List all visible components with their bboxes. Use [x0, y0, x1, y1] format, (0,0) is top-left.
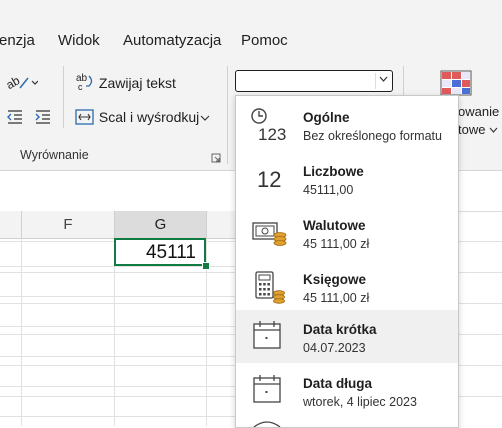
decrease-indent-button[interactable]: [6, 108, 24, 126]
decrease-indent-icon: [7, 110, 22, 124]
format-option-subtitle: 45 111,00 zł: [303, 237, 370, 251]
format-option-number[interactable]: 12 Liczbowe 45111,00: [236, 152, 458, 205]
wrap-text-label: Zawijaj tekst: [98, 75, 176, 91]
menu-bar: enzja Widok Automatyzacja Pomoc: [0, 0, 502, 58]
orientation-button[interactable]: ab: [4, 72, 39, 92]
format-option-general[interactable]: 123 Ogólne Bez określonego formatu: [236, 98, 458, 151]
currency-icon: [252, 222, 287, 246]
orientation-icon: ab: [4, 73, 39, 92]
menu-item-help[interactable]: Pomoc: [241, 32, 288, 49]
grid-line: [0, 356, 237, 357]
format-option-title: Księgowe: [303, 272, 367, 287]
selected-cell-g[interactable]: 45111: [114, 238, 206, 266]
calculator-icon: [255, 271, 285, 304]
merge-center-label: Scal i wyśrodkuj: [98, 109, 200, 125]
number-12-icon: 12: [257, 167, 281, 192]
format-option-subtitle: Bez określonego formatu: [303, 129, 442, 143]
grid-line: [0, 416, 237, 417]
grid-line: [0, 296, 237, 297]
svg-text:123: 123: [258, 125, 286, 143]
calendar-icon: [253, 375, 281, 403]
svg-text:ab: ab: [6, 73, 22, 92]
column-header-partial[interactable]: [207, 211, 238, 239]
svg-text:c: c: [78, 82, 83, 92]
chevron-down-icon: [200, 115, 210, 121]
format-option-title: Ogólne: [303, 110, 350, 125]
dialog-launcher-icon: [211, 153, 221, 163]
column-header-g[interactable]: G: [115, 211, 207, 240]
wrap-text-icon: ab c: [76, 73, 93, 92]
increase-indent-icon: [35, 110, 50, 124]
chevron-down-icon: [379, 76, 387, 82]
wrap-text-button[interactable]: ab c Zawijaj tekst: [75, 72, 176, 92]
alignment-group-label: Wyrównanie: [20, 148, 89, 162]
format-option-title: Data długa: [303, 376, 373, 391]
column-header-f[interactable]: F: [22, 211, 115, 239]
merge-center-dropdown[interactable]: [200, 110, 210, 126]
fill-handle[interactable]: [202, 262, 210, 270]
merge-center-icon: [75, 109, 94, 125]
format-option-title: Liczbowe: [303, 164, 364, 179]
format-option-title: Data krótka: [303, 322, 377, 337]
chevron-down-icon: [31, 80, 39, 85]
calendar-icon: [253, 321, 281, 349]
conditional-formatting-label: owanie: [458, 104, 500, 119]
clock-123-icon: 123: [251, 108, 286, 143]
chevron-down-icon: [489, 127, 498, 133]
format-option-long-date[interactable]: Data długa wtorek, 4 lipiec 2023: [236, 364, 458, 417]
format-option-subtitle: wtorek, 4 lipiec 2023: [303, 395, 417, 409]
number-format-dropdown: 123 Ogólne Bez określonego formatu 12 Li…: [235, 95, 459, 428]
grid-line: [0, 386, 237, 387]
format-option-currency[interactable]: Walutowe 45 111,00 zł: [236, 206, 458, 259]
increase-indent-button[interactable]: [34, 108, 52, 126]
svg-text:12: 12: [257, 167, 281, 192]
alignment-dialog-launcher[interactable]: [211, 150, 221, 166]
menu-item-review[interactable]: enzja: [0, 32, 35, 49]
conditional-formatting-icon: [440, 70, 472, 96]
format-option-subtitle: 45 111,00 zł: [303, 291, 370, 305]
format-as-table-text: towe: [458, 122, 486, 137]
column-header-partial[interactable]: [0, 211, 22, 239]
grid-line: [0, 326, 237, 327]
menu-item-automate[interactable]: Automatyzacja: [123, 32, 221, 49]
format-option-title: Walutowe: [303, 218, 366, 233]
ribbon-divider: [227, 66, 228, 164]
format-option-subtitle: 45111,00: [303, 183, 354, 197]
format-option-accounting[interactable]: Księgowe 45 111,00 zł: [236, 260, 458, 313]
menu-item-view[interactable]: Widok: [58, 32, 100, 49]
number-format-combo[interactable]: [235, 70, 393, 92]
merge-center-button[interactable]: Scal i wyśrodkuj: [75, 108, 199, 126]
combo-dropdown-button[interactable]: [375, 73, 390, 89]
format-as-table-label[interactable]: towe: [458, 122, 498, 137]
format-option-subtitle: 04.07.2023: [303, 341, 366, 355]
ribbon-divider: [63, 66, 64, 128]
format-option-short-date[interactable]: Data krótka 04.07.2023: [236, 310, 458, 363]
